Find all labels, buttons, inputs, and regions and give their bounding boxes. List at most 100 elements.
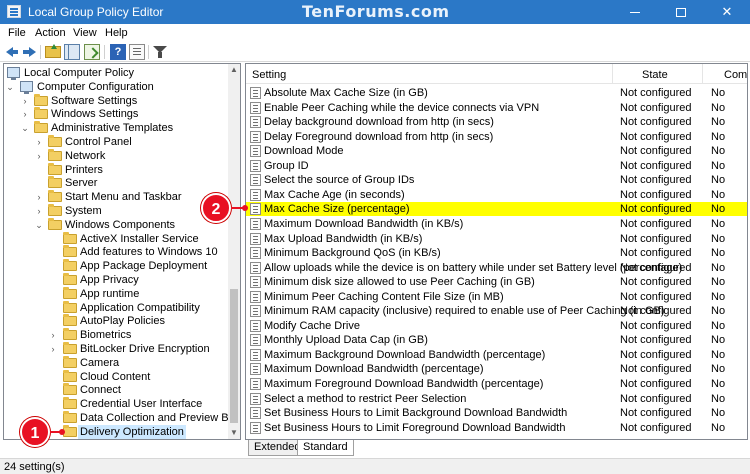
- tree-pane[interactable]: Local Computer Policy ⌄ Computer Configura…: [3, 63, 241, 440]
- setting-row[interactable]: Maximum Foreground Download Bandwidth (p…: [246, 377, 747, 391]
- scroll-thumb[interactable]: [230, 289, 238, 423]
- tree-item[interactable]: ⌄ Windows Components: [4, 217, 228, 232]
- folder-icon: [63, 300, 77, 313]
- filter-icon[interactable]: [152, 44, 168, 60]
- up-folder-icon[interactable]: [45, 44, 61, 58]
- tab-standard[interactable]: Standard: [297, 440, 354, 456]
- expand-chevron-icon[interactable]: ›: [35, 192, 43, 202]
- tree-item[interactable]: › Start Menu and Taskbar: [4, 190, 228, 204]
- tree-item[interactable]: › Software Settings: [4, 93, 228, 108]
- setting-name: Download Mode: [264, 145, 344, 158]
- setting-row[interactable]: Select the source of Group IDs Not config…: [246, 173, 747, 187]
- setting-row[interactable]: Max Cache Size (percentage) Not configure…: [246, 202, 747, 217]
- expand-chevron-icon[interactable]: ›: [49, 330, 57, 340]
- setting-row[interactable]: Enable Peer Caching while the device con…: [246, 101, 747, 115]
- setting-row[interactable]: Set Business Hours to Limit Foreground D…: [246, 421, 747, 435]
- tree-item[interactable]: Application Compatibility: [4, 300, 228, 315]
- expand-chevron-icon[interactable]: ›: [35, 151, 43, 161]
- menu-view[interactable]: View: [73, 27, 97, 39]
- setting-row[interactable]: Minimum Peer Caching Content File Size (…: [246, 290, 747, 304]
- scroll-up-icon[interactable]: ▲: [228, 64, 240, 76]
- folder-icon: [63, 397, 77, 410]
- tree-item[interactable]: › Network: [4, 148, 228, 163]
- tree-item[interactable]: Printers: [4, 162, 228, 177]
- menu-file[interactable]: File: [8, 27, 26, 39]
- tree-item[interactable]: Cloud Content: [4, 369, 228, 384]
- setting-row[interactable]: Monthly Upload Data Cap (in GB) Not confi…: [246, 333, 747, 347]
- menu-help[interactable]: Help: [105, 27, 128, 39]
- column-state[interactable]: State: [642, 69, 668, 81]
- collapse-chevron-icon[interactable]: ⌄: [35, 220, 43, 230]
- tree-item[interactable]: ⌄ Administrative Templates: [4, 121, 228, 135]
- tree-item[interactable]: AutoPlay Policies: [4, 314, 228, 328]
- tree-item[interactable]: Local Computer Policy: [4, 66, 228, 80]
- minimize-icon: [630, 12, 640, 14]
- tree-item-label: Add features to Windows 10: [80, 246, 218, 259]
- close-button[interactable]: ✕: [704, 0, 750, 24]
- maximize-button[interactable]: [658, 0, 704, 24]
- setting-row[interactable]: Minimum disk size allowed to use Peer Ca…: [246, 275, 747, 289]
- setting-row[interactable]: Minimum RAM capacity (inclusive) require…: [246, 304, 747, 318]
- column-divider[interactable]: [612, 64, 613, 84]
- setting-row[interactable]: Allow uploads while the device is on bat…: [246, 261, 747, 275]
- setting-row[interactable]: Group ID Not configured No: [246, 159, 747, 173]
- setting-row[interactable]: Minimum Background QoS (in KB/s) Not conf…: [246, 246, 747, 260]
- setting-row[interactable]: Max Upload Bandwidth (in KB/s) Not config…: [246, 232, 747, 246]
- setting-row[interactable]: Delay background download from http (in …: [246, 115, 747, 129]
- collapse-chevron-icon[interactable]: ⌄: [6, 82, 14, 92]
- setting-name: Minimum disk size allowed to use Peer Ca…: [264, 276, 535, 289]
- expand-chevron-icon[interactable]: ›: [35, 137, 43, 147]
- tree-item[interactable]: › BitLocker Drive Encryption: [4, 342, 228, 356]
- tree-item-label: System: [65, 205, 102, 217]
- minimize-button[interactable]: [612, 0, 658, 24]
- setting-row[interactable]: Delay Foreground download from http (in …: [246, 130, 747, 144]
- setting-row[interactable]: Maximum Background Download Bandwidth (p…: [246, 348, 747, 362]
- tree-item[interactable]: Camera: [4, 355, 228, 370]
- show-hide-tree-icon[interactable]: [64, 44, 80, 60]
- setting-row[interactable]: Download Mode Not configured No: [246, 144, 747, 158]
- properties-icon[interactable]: [129, 44, 145, 60]
- policy-setting-icon: [250, 116, 261, 129]
- tree-item[interactable]: › Biometrics: [4, 328, 228, 342]
- collapse-chevron-icon[interactable]: ⌄: [21, 123, 29, 133]
- menu-action[interactable]: Action: [35, 27, 66, 39]
- tree-item[interactable]: App Privacy: [4, 273, 228, 287]
- tree-item[interactable]: › Control Panel: [4, 135, 228, 149]
- setting-comment: No: [711, 188, 726, 201]
- setting-row[interactable]: Modify Cache Drive Not configured No: [246, 319, 747, 333]
- expand-chevron-icon[interactable]: ›: [49, 344, 57, 354]
- tree-item[interactable]: › System: [4, 204, 228, 218]
- tree-item[interactable]: › Windows Settings: [4, 107, 228, 121]
- export-list-icon[interactable]: [84, 44, 100, 60]
- tree-item[interactable]: Credential User Interface: [4, 397, 228, 411]
- back-icon[interactable]: [4, 44, 20, 60]
- scroll-down-icon[interactable]: ▼: [228, 427, 240, 439]
- setting-row[interactable]: Max Cache Age (in seconds) Not configured…: [246, 188, 747, 202]
- setting-row[interactable]: Maximum Download Bandwidth (percentage) N…: [246, 362, 747, 376]
- expand-chevron-icon[interactable]: ›: [21, 109, 29, 119]
- forward-icon[interactable]: [22, 44, 38, 60]
- setting-row[interactable]: Absolute Max Cache Size (in GB) Not confi…: [246, 86, 747, 100]
- tree-item[interactable]: ActiveX Installer Service: [4, 231, 228, 246]
- tree-scrollbar[interactable]: ▲ ▼: [228, 64, 240, 439]
- expand-chevron-icon[interactable]: ›: [21, 96, 29, 106]
- setting-row[interactable]: Select a method to restrict Peer Selecti…: [246, 392, 747, 406]
- setting-row[interactable]: Set Business Hours to Limit Background D…: [246, 406, 747, 420]
- tree-item[interactable]: Connect: [4, 383, 228, 397]
- column-divider[interactable]: [702, 64, 703, 84]
- column-comment[interactable]: Comment: [724, 69, 747, 81]
- help-icon[interactable]: ?: [110, 44, 126, 60]
- tree-item[interactable]: App Package Deployment: [4, 259, 228, 273]
- expand-chevron-icon[interactable]: ›: [35, 206, 43, 216]
- setting-comment: No: [711, 101, 726, 114]
- setting-row[interactable]: Maximum Download Bandwidth (in KB/s) Not …: [246, 217, 747, 231]
- tree-item[interactable]: Add features to Windows 10: [4, 245, 228, 259]
- tree-item-label: Credential User Interface: [80, 398, 203, 411]
- tree-item-label: Control Panel: [65, 136, 132, 148]
- column-setting[interactable]: Setting: [252, 69, 286, 81]
- tree-item[interactable]: App runtime: [4, 286, 228, 301]
- tree-item[interactable]: Server: [4, 176, 228, 190]
- tree-item-label: Network: [65, 149, 106, 162]
- setting-comment: No: [711, 261, 726, 274]
- tree-item[interactable]: ⌄ Computer Configuration: [4, 80, 228, 94]
